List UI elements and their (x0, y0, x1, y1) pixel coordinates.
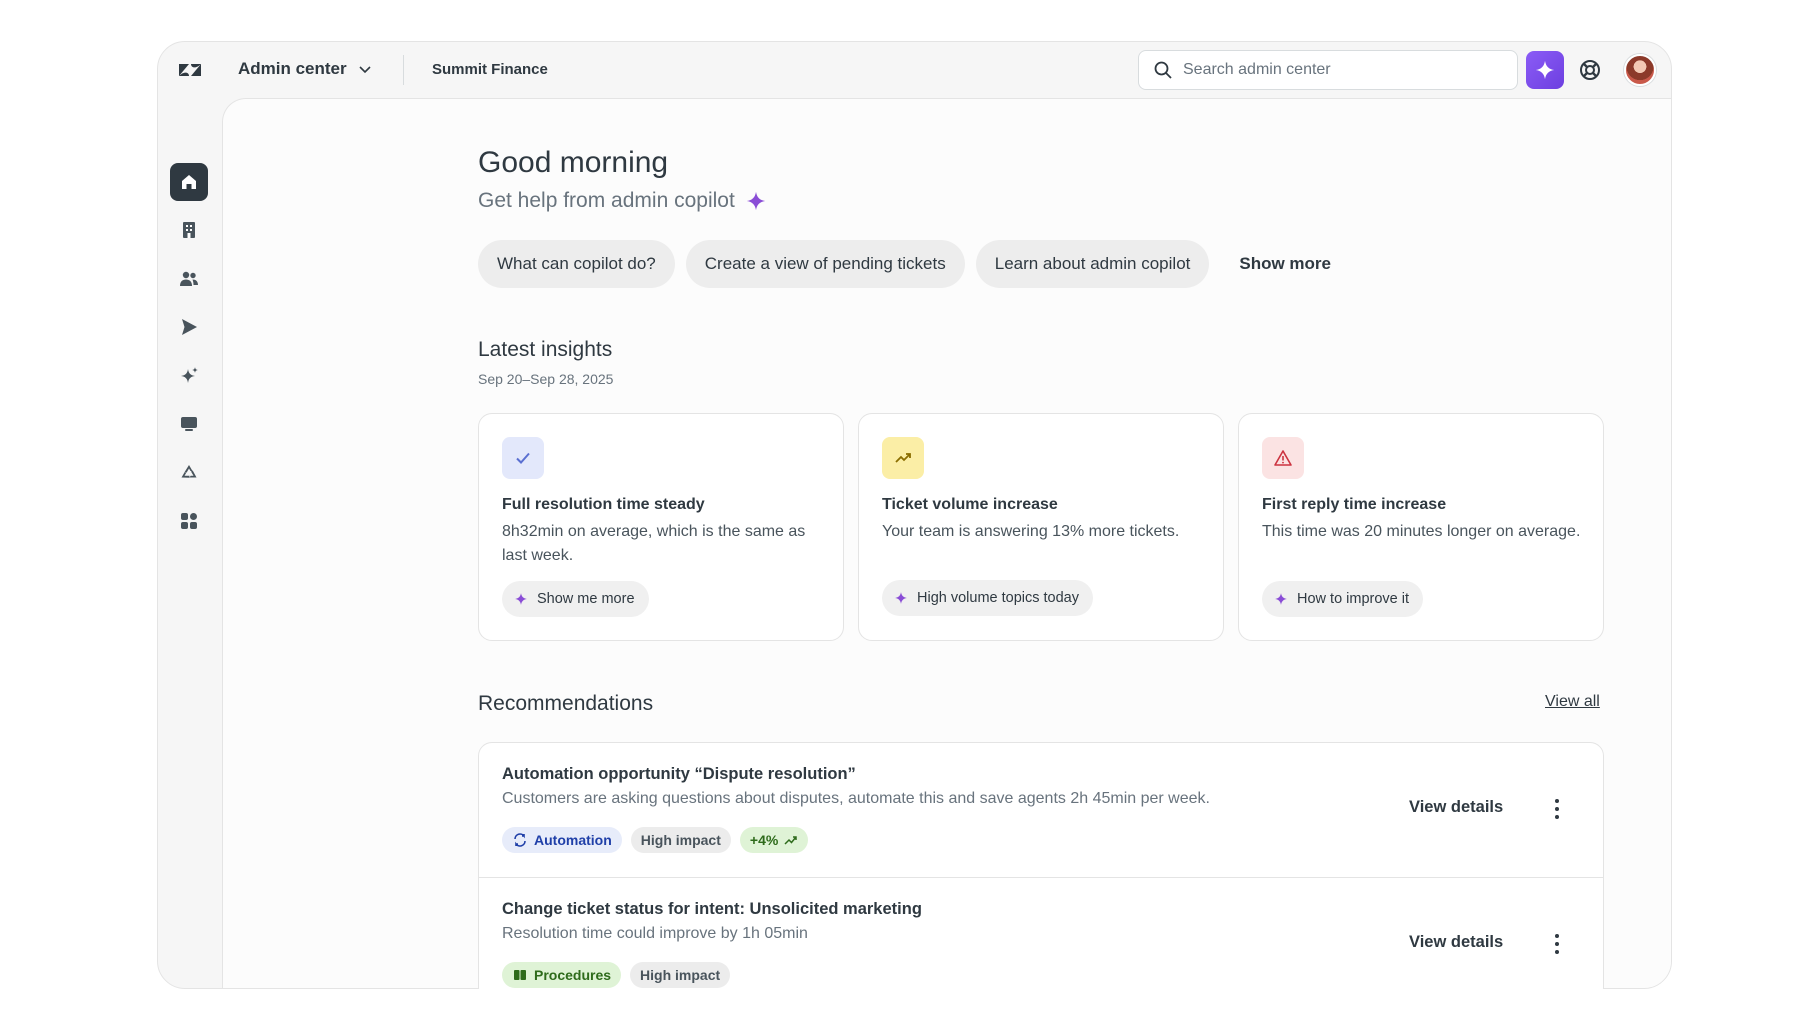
sidebar-item-apps[interactable] (170, 502, 208, 540)
copilot-prompt: Get help from admin copilot (478, 189, 767, 213)
sidebar-item-home[interactable] (170, 163, 208, 201)
sparkle-icon (515, 593, 527, 605)
insight-card: Full resolution time steady 8h32min on a… (478, 413, 844, 641)
recommendation-title: Automation opportunity “Dispute resoluti… (502, 765, 856, 783)
tag-label: +4% (749, 832, 779, 848)
help-icon[interactable] (1578, 58, 1602, 82)
recycle-icon (181, 465, 197, 478)
view-all-link[interactable]: View all (1545, 693, 1600, 711)
tag-impact: High impact (630, 962, 731, 988)
recommendation-tags: Automation High impact +4% (502, 827, 809, 853)
warning-icon (1262, 437, 1304, 479)
app-title: Admin center (238, 59, 347, 78)
tag-label: Procedures (534, 967, 612, 983)
app-switcher[interactable]: Admin center (238, 59, 373, 79)
copilot-prompt-label: Get help from admin copilot (478, 189, 735, 212)
insight-card: First reply time increase This time was … (1238, 413, 1604, 641)
view-details-button[interactable]: View details (1409, 933, 1503, 952)
insight-action-label: Show me more (537, 591, 635, 607)
insight-text: This time was 20 minutes longer on avera… (1262, 523, 1581, 540)
tag-label: Automation (534, 832, 612, 848)
more-options-icon[interactable] (1547, 795, 1567, 823)
recommendation-title: Change ticket status for intent: Unsolic… (502, 900, 922, 918)
automation-icon (514, 833, 526, 847)
zendesk-logo-icon[interactable] (176, 56, 204, 84)
sparkle-icon (1535, 60, 1555, 80)
insight-title: First reply time increase (1262, 496, 1447, 513)
insights-date-range: Sep 20–Sep 28, 2025 (478, 371, 614, 387)
view-details-button[interactable]: View details (1409, 798, 1503, 817)
copilot-button[interactable] (1526, 51, 1564, 89)
tag-label: High impact (640, 832, 721, 848)
trend-up-icon (784, 836, 798, 845)
recommendations-list: Automation opportunity “Dispute resoluti… (478, 742, 1604, 1002)
page-title: Good morning (478, 146, 669, 179)
search-icon (1154, 61, 1172, 79)
insight-action-label: High volume topics today (917, 590, 1079, 606)
recommendation-description: Resolution time could improve by 1h 05mi… (502, 925, 808, 942)
insights-title: Latest insights (478, 338, 613, 361)
suggestion-chip[interactable]: Learn about admin copilot (975, 240, 1210, 288)
recommendations-title: Recommendations (478, 692, 654, 715)
insight-card: Ticket volume increase Your team is answ… (858, 413, 1224, 641)
copilot-suggestions: What can copilot do? Create a view of pe… (478, 240, 1350, 288)
home-icon (182, 175, 196, 189)
sidebar-item-channels[interactable] (170, 308, 208, 346)
apps-icon (181, 513, 197, 529)
more-options-icon[interactable] (1547, 930, 1567, 958)
sidebar-item-objects[interactable] (170, 454, 208, 492)
chat-icon (181, 417, 197, 431)
insight-title: Full resolution time steady (502, 496, 705, 513)
sidebar-item-ai[interactable] (170, 357, 208, 395)
trend-up-icon (882, 437, 924, 479)
tag-trend: +4% (739, 827, 809, 853)
page-margin (0, 989, 1820, 1024)
sidebar-item-people[interactable] (170, 260, 208, 298)
search-box[interactable] (1138, 50, 1518, 90)
sparkle-icon (181, 367, 198, 383)
insight-text: Your team is answering 13% more tickets. (882, 523, 1180, 540)
check-icon (502, 437, 544, 479)
sparkle-icon (1275, 593, 1287, 605)
show-more-button[interactable]: Show more (1220, 240, 1350, 288)
people-icon (180, 271, 198, 286)
sidebar (158, 98, 222, 988)
book-icon (514, 970, 526, 980)
avatar[interactable] (1624, 54, 1656, 86)
tag-label: High impact (640, 967, 721, 983)
insight-action-button[interactable]: High volume topics today (882, 580, 1093, 616)
building-icon (183, 222, 195, 238)
insight-text: 8h32min on average, which is the same as… (502, 523, 806, 564)
search-input[interactable] (1183, 61, 1483, 79)
sparkle-icon (895, 592, 907, 604)
sidebar-item-account[interactable] (170, 211, 208, 249)
insight-title: Ticket volume increase (882, 496, 1058, 513)
recommendation-tags: Procedures High impact (502, 962, 731, 988)
insight-action-button[interactable]: Show me more (502, 581, 649, 617)
chevron-down-icon (359, 66, 371, 74)
header-divider (403, 55, 404, 85)
tag-procedures: Procedures (502, 962, 622, 988)
recommendation-description: Customers are asking questions about dis… (502, 790, 1210, 807)
insight-action-button[interactable]: How to improve it (1262, 581, 1424, 617)
tag-automation: Automation (502, 827, 622, 853)
sparkle-icon (746, 191, 765, 211)
tag-impact: High impact (630, 827, 731, 853)
send-icon (182, 319, 197, 335)
org-name: Summit Finance (432, 61, 548, 78)
suggestion-chip[interactable]: Create a view of pending tickets (685, 240, 965, 288)
insight-action-label: How to improve it (1297, 591, 1410, 607)
sidebar-item-workspaces[interactable] (170, 405, 208, 443)
list-item: Automation opportunity “Dispute resoluti… (479, 743, 1603, 877)
suggestion-chip[interactable]: What can copilot do? (478, 240, 675, 288)
top-bar: Admin center Summit Finance (158, 42, 1671, 98)
